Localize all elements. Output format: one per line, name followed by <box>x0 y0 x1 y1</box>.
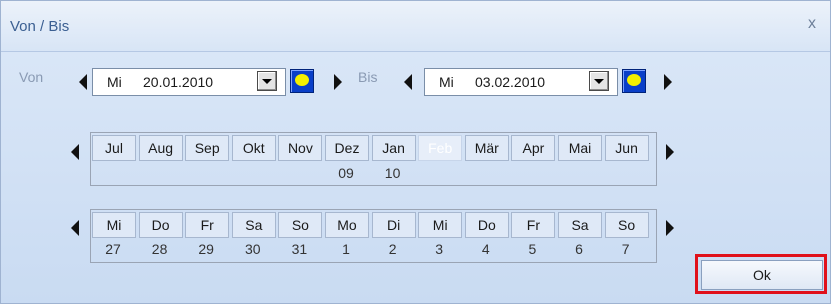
to-date-field[interactable]: Mi 03.02.2010 <box>424 68 618 96</box>
months-next-button[interactable] <box>663 142 677 162</box>
month-cell[interactable]: Jul <box>92 135 136 161</box>
title-bar: Von / Bis x <box>1 1 830 52</box>
month-cell[interactable]: Feb <box>418 135 463 161</box>
triangle-left-icon <box>404 74 412 90</box>
calendar-picker-icon[interactable] <box>622 69 646 93</box>
from-date-value: 20.01.2010 <box>143 74 214 90</box>
day-cell[interactable]: Di <box>371 212 416 238</box>
months-prev-button[interactable] <box>68 142 82 162</box>
from-label: Von <box>19 69 44 85</box>
to-label: Bis <box>358 69 378 85</box>
triangle-right-icon <box>666 144 674 160</box>
from-date-field[interactable]: Mi 20.01.2010 <box>92 68 286 96</box>
day-cell[interactable]: Mo <box>325 212 369 238</box>
month-cell[interactable]: Dez <box>325 135 369 161</box>
month-cell[interactable]: Jun <box>604 135 649 161</box>
triangle-left-icon <box>71 220 79 236</box>
month-cell[interactable]: Apr <box>511 135 556 161</box>
month-cell[interactable]: Jan <box>371 135 416 161</box>
triangle-left-icon <box>71 144 79 160</box>
dialog-title: Von / Bis <box>10 18 70 35</box>
triangle-right-icon <box>664 74 672 90</box>
year-label: 10 <box>384 165 401 181</box>
day-cell[interactable]: Mi <box>92 212 136 238</box>
to-next-button[interactable] <box>661 72 675 92</box>
triangle-right-icon <box>334 74 342 90</box>
day-cell[interactable]: Sa <box>231 212 276 238</box>
year-label: 09 <box>338 165 354 181</box>
triangle-right-icon <box>666 220 674 236</box>
days-prev-button[interactable] <box>68 218 82 238</box>
day-cell[interactable]: Sa <box>558 212 602 238</box>
dialog-body: Von Mi 20.01.2010 Bis Mi 03.02.2010 Jul … <box>1 52 830 303</box>
to-date-value: 03.02.2010 <box>475 74 546 90</box>
day-number: 7 <box>621 241 630 257</box>
day-number: 3 <box>435 241 444 257</box>
from-weekday: Mi <box>107 74 122 90</box>
ok-button[interactable]: Ok <box>701 260 823 290</box>
calendar-picker-icon[interactable] <box>290 69 314 93</box>
month-cell[interactable]: Mai <box>558 135 602 161</box>
day-number: 28 <box>151 241 168 257</box>
triangle-left-icon <box>79 74 87 90</box>
month-cell[interactable]: Mär <box>464 135 509 161</box>
chevron-down-icon[interactable] <box>589 71 609 91</box>
day-number: 6 <box>575 241 583 257</box>
to-weekday: Mi <box>439 74 454 90</box>
day-cell[interactable]: Mi <box>418 212 463 238</box>
day-number: 29 <box>198 241 214 257</box>
month-cell[interactable]: Nov <box>278 135 323 161</box>
from-next-button[interactable] <box>331 72 345 92</box>
to-prev-button[interactable] <box>401 72 415 92</box>
day-cell[interactable]: So <box>604 212 649 238</box>
day-cell[interactable]: Fr <box>511 212 556 238</box>
close-icon[interactable]: x <box>803 15 821 33</box>
day-number: 5 <box>528 241 537 257</box>
day-cell[interactable]: Fr <box>185 212 230 238</box>
day-number: 4 <box>481 241 490 257</box>
date-range-dialog: Von / Bis x Von Mi 20.01.2010 Bis Mi 03.… <box>0 0 831 304</box>
day-cell[interactable]: Do <box>138 212 183 238</box>
month-cell[interactable]: Okt <box>231 135 276 161</box>
day-number: 2 <box>388 241 397 257</box>
day-cell[interactable]: So <box>278 212 323 238</box>
day-number: 1 <box>342 241 350 257</box>
day-number: 27 <box>105 241 121 257</box>
day-number: 30 <box>245 241 261 257</box>
month-cell[interactable]: Sep <box>185 135 230 161</box>
month-cell[interactable]: Aug <box>138 135 183 161</box>
days-next-button[interactable] <box>663 218 677 238</box>
chevron-down-icon[interactable] <box>257 71 277 91</box>
day-number: 31 <box>291 241 308 257</box>
day-cell[interactable]: Do <box>464 212 509 238</box>
from-prev-button[interactable] <box>76 72 90 92</box>
